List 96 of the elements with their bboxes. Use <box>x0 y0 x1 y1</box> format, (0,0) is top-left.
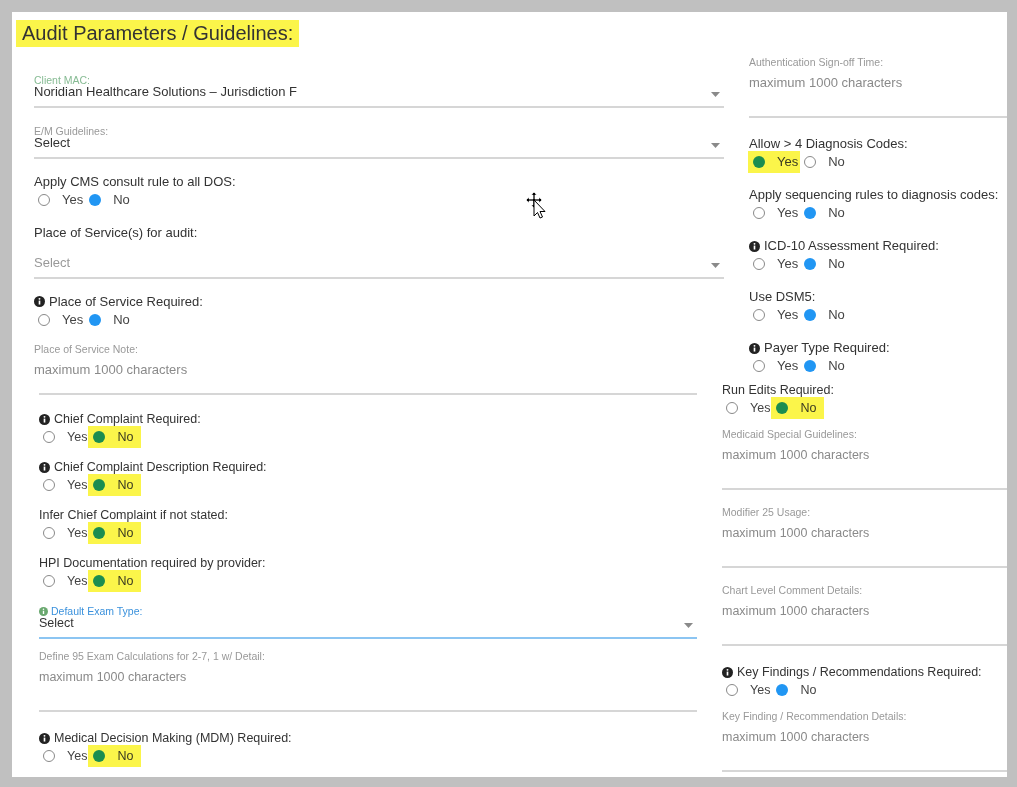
radio-option[interactable]: Yes <box>43 428 88 446</box>
move-cursor-icon <box>526 192 546 219</box>
text-area-field[interactable]: maximum 1000 characters <box>34 360 724 379</box>
radio-option[interactable]: No <box>776 681 817 699</box>
radio-button[interactable] <box>43 479 55 491</box>
caret-icon <box>711 91 720 97</box>
radio-option[interactable]: No <box>804 255 845 273</box>
radio-button[interactable] <box>89 313 102 326</box>
radio-option[interactable]: No <box>93 428 134 446</box>
text-area-field[interactable]: maximum 1000 characters <box>722 446 1007 490</box>
radio-button[interactable] <box>93 527 106 539</box>
radio-option[interactable]: Yes <box>753 153 799 171</box>
page-title: Audit Parameters / Guidelines: <box>16 20 300 47</box>
field-label: Infer Chief Complaint if not stated: <box>39 507 228 524</box>
radio-button[interactable] <box>753 258 765 270</box>
field-label: Authentication Sign-off Time: <box>749 57 885 68</box>
radio-button[interactable] <box>43 575 55 587</box>
radio-option[interactable]: Yes <box>43 572 88 590</box>
radio-button[interactable] <box>776 684 789 696</box>
radio-option[interactable]: Yes <box>43 476 88 494</box>
radio-option[interactable]: No <box>93 524 134 542</box>
radio-option[interactable]: Yes <box>753 357 799 375</box>
field-label: E/M Guidelines: <box>34 125 109 137</box>
radio-option[interactable]: No <box>776 399 817 417</box>
field-label: Place of Service(s) for audit: <box>34 223 199 242</box>
radio-option[interactable]: No <box>93 572 134 590</box>
radio-button[interactable] <box>753 207 765 219</box>
radio-button[interactable] <box>38 193 50 206</box>
radio-button[interactable] <box>804 156 817 168</box>
radio-button[interactable] <box>753 309 765 321</box>
caret-icon <box>684 623 693 628</box>
radio-button[interactable] <box>43 527 55 539</box>
field-label: HPI Documentation required by provider: <box>39 555 266 572</box>
radio-button[interactable] <box>43 431 55 443</box>
radio-button[interactable] <box>753 156 765 168</box>
field-label: Payer Type Required: <box>764 339 890 357</box>
field-label: Medical Decision Making (MDM) Required: <box>54 730 292 747</box>
text-area-field[interactable]: maximum 1000 characters <box>722 602 1007 646</box>
radio-option[interactable]: No <box>89 190 130 209</box>
radio-option[interactable]: Yes <box>753 204 799 222</box>
radio-button[interactable] <box>804 258 817 270</box>
radio-button[interactable] <box>93 575 106 587</box>
field-label: Use DSM5: <box>749 288 816 306</box>
radio-option[interactable]: Yes <box>726 681 771 699</box>
field-label: Modifier 25 Usage: <box>722 507 812 518</box>
field-label: ICD-10 Assessment Required: <box>764 237 939 255</box>
radio-option[interactable]: No <box>93 476 134 494</box>
radio-button[interactable] <box>804 309 817 321</box>
radio-option[interactable]: No <box>93 747 134 765</box>
text-area-field[interactable]: maximum 1000 characters <box>749 74 1007 118</box>
radio-option[interactable]: Yes <box>753 255 799 273</box>
radio-button[interactable] <box>93 750 106 762</box>
field-label: Place of Service Note: <box>34 343 139 355</box>
caret-icon <box>711 262 720 268</box>
radio-option[interactable]: No <box>804 204 845 222</box>
text-area-field[interactable]: maximum 1000 characters <box>39 668 697 712</box>
radio-button[interactable] <box>726 684 738 696</box>
radio-button[interactable] <box>43 750 55 762</box>
radio-option[interactable]: Yes <box>726 399 771 417</box>
radio-button[interactable] <box>726 402 738 414</box>
field-label: Chief Complaint Description Required: <box>54 459 267 476</box>
field-label: Apply sequencing rules to diagnosis codes: <box>749 186 999 204</box>
field-label: Allow > 4 Diagnosis Codes: <box>749 135 908 153</box>
radio-button[interactable] <box>804 360 817 372</box>
radio-button[interactable] <box>93 431 106 443</box>
radio-option[interactable]: Yes <box>43 747 88 765</box>
text-area-field[interactable]: maximum 1000 characters <box>722 728 1007 772</box>
caret-icon <box>711 142 720 148</box>
field-label: Apply CMS consult rule to all DOS: <box>34 172 236 191</box>
field-label: Client MAC: <box>34 74 90 86</box>
radio-button[interactable] <box>804 207 817 219</box>
radio-button[interactable] <box>93 479 106 491</box>
radio-option[interactable]: No <box>804 153 845 171</box>
field-label: Medicaid Special Guidelines: <box>722 429 858 440</box>
text-area-field[interactable]: maximum 1000 characters <box>722 524 1007 568</box>
field-label: Chief Complaint Required: <box>54 411 201 428</box>
radio-option[interactable]: No <box>804 357 845 375</box>
dropdown-field[interactable]: Noridian Healthcare Solutions – Jurisdiction F <box>34 83 724 108</box>
radio-button[interactable] <box>89 193 102 206</box>
radio-button[interactable] <box>38 313 50 326</box>
dropdown-field[interactable]: Select <box>34 134 724 159</box>
radio-button[interactable] <box>753 360 765 372</box>
field-label: Place of Service Required: <box>49 292 203 311</box>
radio-option[interactable]: No <box>89 310 130 329</box>
field-label: Key Findings / Recommendations Required: <box>737 664 982 681</box>
radio-option[interactable]: Yes <box>38 190 84 209</box>
field-label: Default Exam Type: <box>51 606 143 617</box>
radio-button[interactable] <box>776 402 789 414</box>
field-label: Chart Level Comment Details: <box>722 585 864 596</box>
radio-option[interactable]: Yes <box>753 306 799 324</box>
field-label: Run Edits Required: <box>722 382 834 399</box>
radio-option[interactable]: Yes <box>43 524 88 542</box>
field-label: Key Finding / Recommendation Details: <box>722 711 908 722</box>
radio-option[interactable]: No <box>804 306 845 324</box>
field-label: Define 95 Exam Calculations for 2-7, 1 w/ Detail: <box>39 651 266 662</box>
radio-option[interactable]: Yes <box>38 310 84 329</box>
